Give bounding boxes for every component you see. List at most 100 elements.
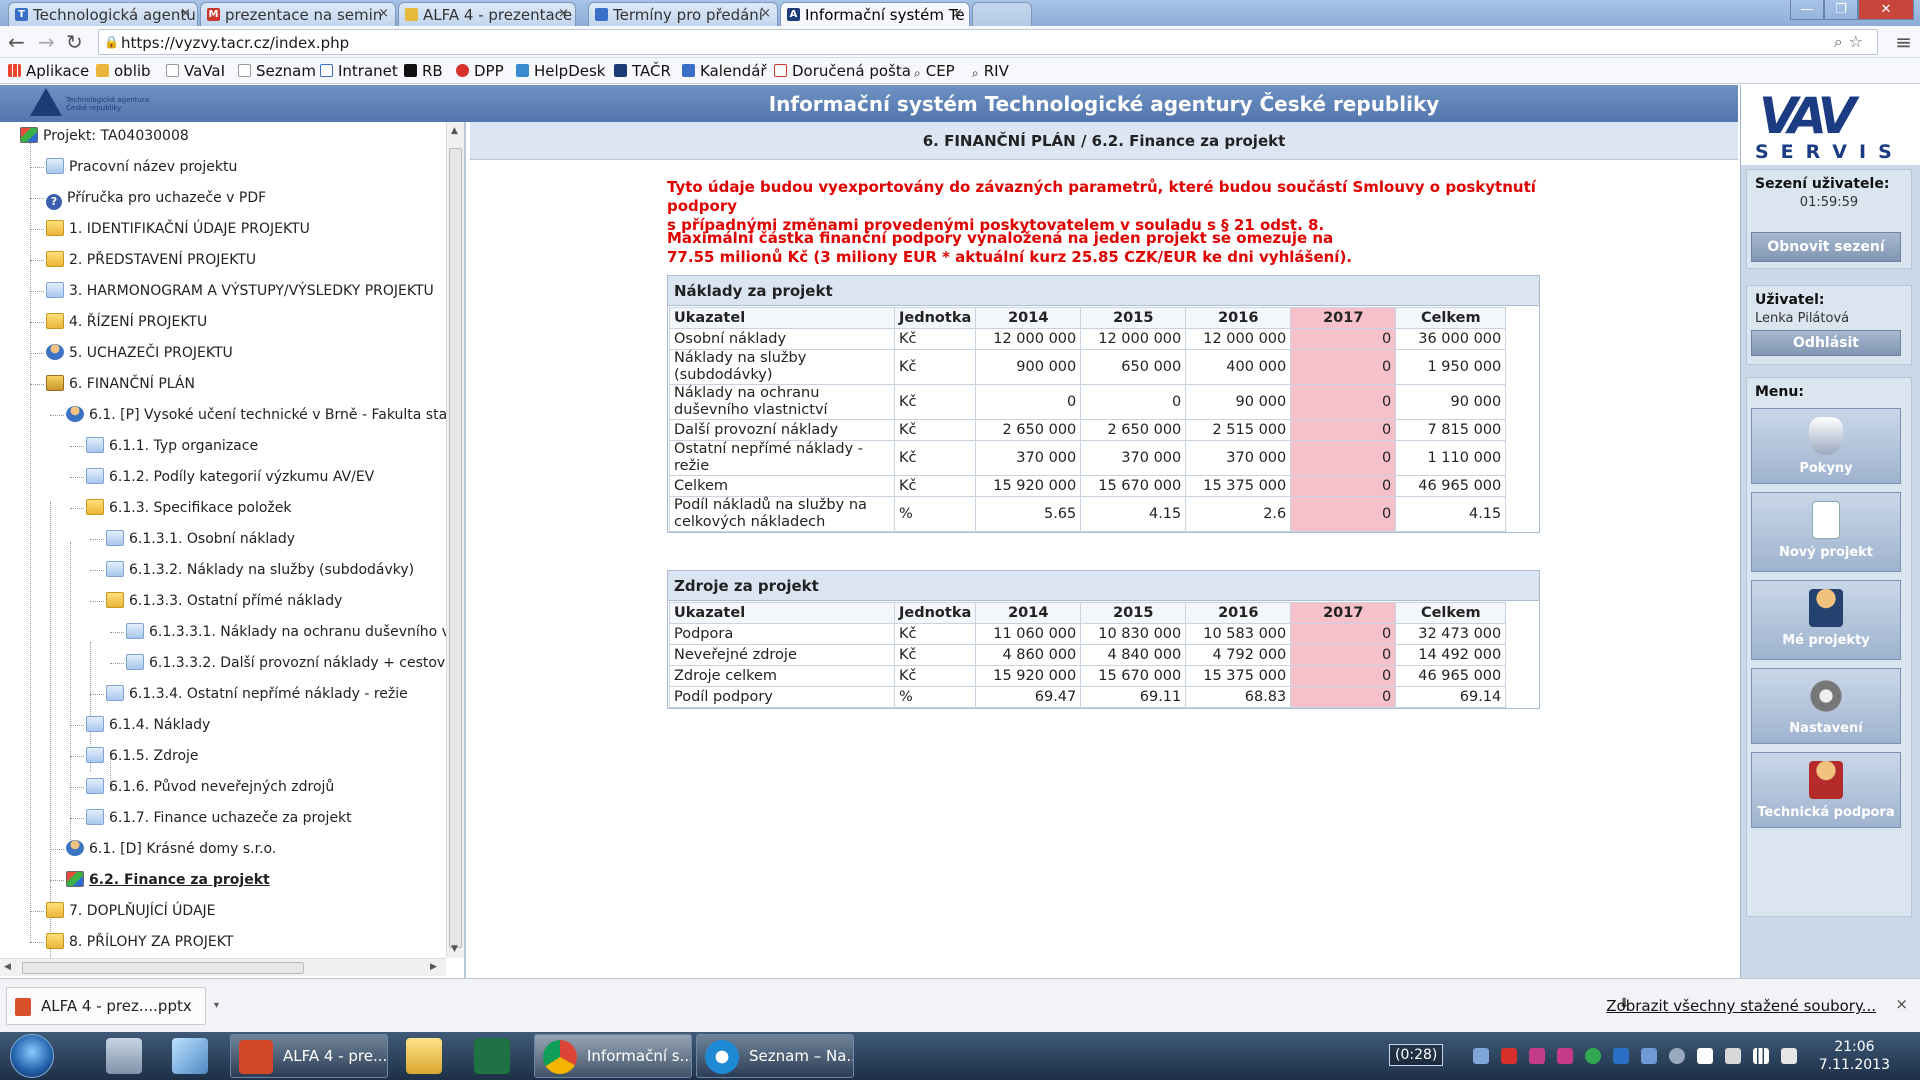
- bookmark-cep[interactable]: ⌕CEP: [914, 62, 955, 80]
- tree-item[interactable]: 6.1. [P] Vysoké učení technické v Brně -…: [66, 403, 466, 427]
- tray-app-icon[interactable]: [1557, 1048, 1573, 1064]
- refresh-session-button[interactable]: Obnovit sezení: [1751, 232, 1901, 262]
- tray-app-icon[interactable]: [1669, 1048, 1685, 1064]
- tree-item[interactable]: 3. HARMONOGRAM A VÝSTUPY/VÝSLEDKY PROJEK…: [46, 279, 434, 303]
- tree-item[interactable]: ?Příručka pro uchazeče v PDF: [46, 186, 266, 210]
- bookmark-rb[interactable]: RB: [404, 62, 443, 80]
- tacr-logo[interactable]: Technologická agentura České republiky: [30, 88, 150, 118]
- tree-item[interactable]: 6.2. Finance za projekt: [66, 868, 270, 892]
- browser-menu-icon[interactable]: ≡: [1895, 30, 1912, 54]
- tray-app-icon[interactable]: [1501, 1048, 1517, 1064]
- zoom-star-icons[interactable]: ⌕☆: [1834, 32, 1869, 52]
- bookmark-kalendar[interactable]: Kalendář: [682, 62, 767, 80]
- scroll-down-icon[interactable]: ▼: [451, 944, 458, 954]
- address-bar[interactable]: 🔒 https://vyzvy.tacr.cz/index.php ⌕☆: [98, 29, 1878, 55]
- tree-item[interactable]: 6.1.3.3. Ostatní přímé náklady: [106, 589, 342, 613]
- tree-item[interactable]: 2. PŘEDSTAVENÍ PROJEKTU: [46, 248, 256, 272]
- excel-icon[interactable]: [474, 1038, 510, 1074]
- menu-pokyny-button[interactable]: Pokyny: [1751, 408, 1901, 484]
- tree-vertical-scrollbar[interactable]: ▲ ▼: [446, 122, 464, 958]
- menu-nastaveni-button[interactable]: Nastavení: [1751, 668, 1901, 744]
- tree-item[interactable]: 6.1. [D] Krásné domy s.r.o.: [66, 837, 276, 861]
- tree-item[interactable]: 6. FINANČNÍ PLÁN: [46, 372, 195, 396]
- tree-item[interactable]: 8. PŘÍLOHY ZA PROJEKT: [46, 930, 233, 954]
- bookmark-helpdesk[interactable]: HelpDesk: [516, 62, 605, 80]
- bookmark-apps[interactable]: Aplikace: [8, 62, 89, 80]
- minimize-icon[interactable]: —: [1790, 0, 1824, 20]
- bookmark-oblib[interactable]: oblib: [96, 62, 151, 80]
- calculator-icon[interactable]: [106, 1038, 142, 1074]
- download-menu-caret-icon[interactable]: ▾: [214, 988, 219, 1024]
- vav-servis-logo[interactable]: VAV SERVIS: [1741, 85, 1920, 165]
- download-item[interactable]: ALFA 4 - prez....pptx ▾: [6, 987, 206, 1025]
- tray-network-icon[interactable]: [1473, 1048, 1489, 1064]
- logout-button[interactable]: Odhlásit: [1751, 330, 1901, 356]
- reload-icon[interactable]: ↻: [66, 30, 83, 54]
- tree-item[interactable]: 6.1.3.4. Ostatní nepřímé náklady - režie: [106, 682, 408, 706]
- scroll-thumb[interactable]: [22, 962, 304, 974]
- tree-item[interactable]: 6.1.4. Náklady: [86, 713, 210, 737]
- browser-tab-3[interactable]: ALFA 4 - prezentace ×: [398, 2, 576, 26]
- tree-project-root[interactable]: Projekt: TA04030008: [20, 124, 189, 148]
- tree-item[interactable]: 6.1.5. Zdroje: [86, 744, 199, 768]
- taskbar-chrome[interactable]: Informační s...: [534, 1034, 692, 1078]
- tree-item[interactable]: 7. DOPLŇUJÍCÍ ÚDAJE: [46, 899, 216, 923]
- scroll-right-icon[interactable]: ▶: [430, 962, 437, 972]
- tree-item[interactable]: 5. UCHAZEČI PROJEKTU: [46, 341, 233, 365]
- taskbar-powerpoint[interactable]: ALFA 4 - pre...: [230, 1034, 388, 1078]
- tray-timer-badge[interactable]: (0:28): [1389, 1044, 1443, 1066]
- menu-technicka-podpora-button[interactable]: Technická podpora: [1751, 752, 1901, 828]
- tray-bluetooth-icon[interactable]: [1613, 1048, 1629, 1064]
- tree-item[interactable]: 6.1.3.3.2. Další provozní náklady + cest…: [126, 651, 463, 675]
- bookmark-tacr[interactable]: TAČR: [614, 62, 671, 80]
- tree-item[interactable]: 6.1.6. Původ neveřejných zdrojů: [86, 775, 334, 799]
- maximize-icon[interactable]: ❐: [1824, 0, 1858, 20]
- tray-clock[interactable]: 21:06 7.11.2013: [1819, 1038, 1890, 1074]
- show-all-downloads-link[interactable]: Zobrazit všechny stažené soubory...: [1606, 997, 1876, 1015]
- close-tab-icon[interactable]: ×: [180, 6, 191, 21]
- tray-display-icon[interactable]: [1641, 1048, 1657, 1064]
- tray-power-icon[interactable]: [1725, 1048, 1741, 1064]
- taskbar-internet-explorer[interactable]: Seznam – Na...: [696, 1034, 854, 1078]
- tree-item[interactable]: 6.1.3.3.1. Náklady na ochranu duševního …: [126, 620, 466, 644]
- browser-tab-4[interactable]: Termíny pro předání ×: [588, 2, 778, 26]
- scroll-up-icon[interactable]: ▲: [451, 126, 458, 136]
- new-tab-button[interactable]: [972, 2, 1032, 26]
- start-button[interactable]: [10, 1034, 54, 1078]
- scroll-left-icon[interactable]: ◀: [4, 962, 11, 972]
- tree-horizontal-scrollbar[interactable]: ◀ ▶: [0, 958, 446, 976]
- tray-sync-icon[interactable]: [1585, 1048, 1601, 1064]
- bookmark-seznam[interactable]: Seznam: [238, 62, 316, 80]
- tree-item[interactable]: 4. ŘÍZENÍ PROJEKTU: [46, 310, 207, 334]
- tree-item[interactable]: Pracovní název projektu: [46, 155, 237, 179]
- forward-icon[interactable]: →: [38, 30, 55, 54]
- tray-app-icon[interactable]: [1529, 1048, 1545, 1064]
- tree-item[interactable]: 6.1.2. Podíly kategorií výzkumu AV/EV: [86, 465, 374, 489]
- close-tab-icon[interactable]: ×: [558, 6, 569, 21]
- tray-flag-icon[interactable]: [1697, 1048, 1713, 1064]
- scroll-thumb[interactable]: [449, 148, 462, 948]
- bookmark-riv[interactable]: ⌕RIV: [972, 62, 1009, 80]
- bookmark-intranet[interactable]: Intranet: [320, 62, 398, 80]
- close-tab-icon[interactable]: ×: [378, 6, 389, 21]
- tree-item[interactable]: 6.1.3.2. Náklady na služby (subdodávky): [106, 558, 414, 582]
- browser-tab-1[interactable]: T Technologická agentu ×: [8, 2, 198, 26]
- tree-item[interactable]: 6.1.1. Typ organizace: [86, 434, 258, 458]
- bookmark-vavai[interactable]: VaVaI: [166, 62, 225, 80]
- menu-me-projekty-button[interactable]: Mé projekty: [1751, 580, 1901, 660]
- explorer-folder-icon[interactable]: [406, 1038, 442, 1074]
- close-window-icon[interactable]: ✕: [1858, 0, 1914, 20]
- notepad-icon[interactable]: [172, 1038, 208, 1074]
- close-tab-icon[interactable]: ×: [952, 6, 963, 21]
- tray-signal-icon[interactable]: [1753, 1048, 1769, 1064]
- bookmark-dorucena-posta[interactable]: Doručená pošta: [774, 62, 911, 80]
- browser-tab-5-active[interactable]: A Informační systém Te ×: [780, 2, 970, 26]
- tree-item[interactable]: 6.1.7. Finance uchazeče za projekt: [86, 806, 352, 830]
- browser-tab-2[interactable]: M prezentace na semin ×: [200, 2, 396, 26]
- tree-item[interactable]: 1. IDENTIFIKAČNÍ ÚDAJE PROJEKTU: [46, 217, 310, 241]
- menu-novy-projekt-button[interactable]: Nový projekt: [1751, 492, 1901, 572]
- tree-item[interactable]: 6.1.3.1. Osobní náklady: [106, 527, 295, 551]
- tray-volume-icon[interactable]: [1781, 1048, 1797, 1064]
- close-download-bar-icon[interactable]: ×: [1895, 995, 1908, 1013]
- bookmark-dpp[interactable]: DPP: [456, 62, 504, 80]
